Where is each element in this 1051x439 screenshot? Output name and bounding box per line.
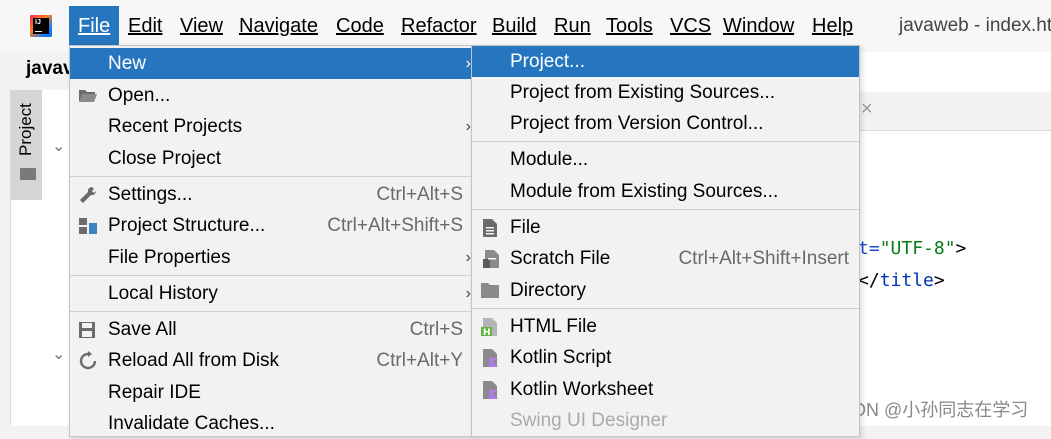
- menu-item-save-all[interactable]: Save All Ctrl+S: [70, 314, 473, 345]
- menu-item-swing-designer[interactable]: Swing UI Designer: [472, 405, 859, 436]
- new-submenu: Project... Project from Existing Sources…: [471, 45, 860, 437]
- intellij-logo-icon[interactable]: IJ: [30, 15, 52, 37]
- menu-item-project-existing[interactable]: Project from Existing Sources...: [472, 77, 859, 108]
- folder-icon: [481, 283, 499, 298]
- menu-item-kotlin-script[interactable]: Kotlin Script: [472, 342, 859, 373]
- menu-item-kotlin-worksheet[interactable]: Kotlin Worksheet: [472, 374, 859, 405]
- menu-separator: [70, 176, 473, 177]
- code-line: </title>: [858, 270, 945, 291]
- menu-item-settings[interactable]: Settings... Ctrl+Alt+S: [70, 179, 473, 210]
- code-attribute: t=: [858, 238, 880, 259]
- menu-refactor[interactable]: Refactor: [392, 6, 486, 46]
- scratch-file-icon: [483, 250, 499, 268]
- code-bracket: >: [933, 270, 945, 291]
- menu-item-new[interactable]: New ›: [70, 48, 473, 79]
- close-icon[interactable]: ×: [861, 98, 873, 121]
- kotlin-script-icon: [483, 349, 498, 367]
- menu-item-file-properties[interactable]: File Properties ›: [70, 242, 473, 273]
- menu-item-module[interactable]: Module...: [472, 144, 859, 175]
- menu-separator: [70, 275, 473, 276]
- menu-item-invalidate-caches[interactable]: Invalidate Caches...: [70, 408, 473, 439]
- menu-item-html-file[interactable]: H HTML File: [472, 311, 859, 342]
- menu-item-open[interactable]: Open...: [70, 80, 473, 111]
- code-bracket: </: [858, 270, 880, 291]
- menu-edit[interactable]: Edit: [119, 6, 171, 46]
- menu-help[interactable]: Help: [803, 6, 862, 46]
- menu-item-project-vcs[interactable]: Project from Version Control...: [472, 108, 859, 139]
- menu-run[interactable]: Run: [545, 6, 600, 46]
- menu-vcs[interactable]: VCS: [661, 6, 720, 46]
- menu-item-close-project[interactable]: Close Project: [70, 143, 473, 174]
- menu-navigate[interactable]: Navigate: [230, 6, 327, 46]
- menu-tools[interactable]: Tools: [597, 6, 662, 46]
- menu-item-reload[interactable]: Reload All from Disk Ctrl+Alt+Y: [70, 345, 473, 376]
- menu-separator: [472, 209, 859, 210]
- menu-view[interactable]: View: [171, 6, 232, 46]
- code-line: t="UTF-8">: [858, 238, 966, 259]
- kotlin-worksheet-icon: [483, 381, 498, 399]
- menu-code[interactable]: Code: [327, 6, 393, 46]
- editor-tab-bar: [858, 92, 1051, 131]
- code-tag: title: [879, 270, 934, 291]
- menu-build[interactable]: Build: [483, 6, 545, 46]
- chevron-down-icon[interactable]: ⌄: [52, 344, 65, 364]
- window-title: javaweb - index.ht: [899, 15, 1051, 36]
- reload-icon: [79, 351, 97, 370]
- project-tool-tab-label: Project: [16, 103, 35, 157]
- code-bracket: >: [955, 238, 967, 259]
- svg-text:H: H: [483, 328, 491, 337]
- file-menu: New › Open... Recent Projects › Close Pr…: [69, 45, 474, 437]
- html-file-icon: H: [481, 318, 497, 337]
- folder-icon: [20, 168, 36, 180]
- menu-item-project-structure[interactable]: Project Structure... Ctrl+Alt+Shift+S: [70, 210, 473, 241]
- menu-item-module-existing[interactable]: Module from Existing Sources...: [472, 176, 859, 207]
- open-folder-icon: [79, 90, 97, 102]
- menu-item-directory[interactable]: Directory: [472, 275, 859, 306]
- menu-item-new-project[interactable]: Project...: [472, 46, 859, 77]
- file-icon: [483, 219, 497, 237]
- menu-item-repair-ide[interactable]: Repair IDE: [70, 377, 473, 408]
- code-string: "UTF-8": [879, 238, 956, 259]
- menu-separator: [472, 308, 859, 309]
- project-structure-icon: [79, 218, 97, 234]
- chevron-down-icon[interactable]: ⌄: [52, 136, 65, 156]
- menu-item-local-history[interactable]: Local History ›: [70, 278, 473, 309]
- project-title: javav: [26, 58, 74, 79]
- menu-item-file[interactable]: File: [472, 212, 859, 243]
- menu-separator: [70, 311, 473, 312]
- menu-file[interactable]: File: [69, 6, 120, 46]
- menu-item-scratch-file[interactable]: Scratch File Ctrl+Alt+Shift+Insert: [472, 243, 859, 274]
- menu-window[interactable]: Window: [714, 6, 803, 46]
- save-icon: [79, 322, 95, 338]
- menu-item-recent-projects[interactable]: Recent Projects ›: [70, 111, 473, 142]
- wrench-icon: [80, 186, 97, 203]
- menu-separator: [472, 141, 859, 142]
